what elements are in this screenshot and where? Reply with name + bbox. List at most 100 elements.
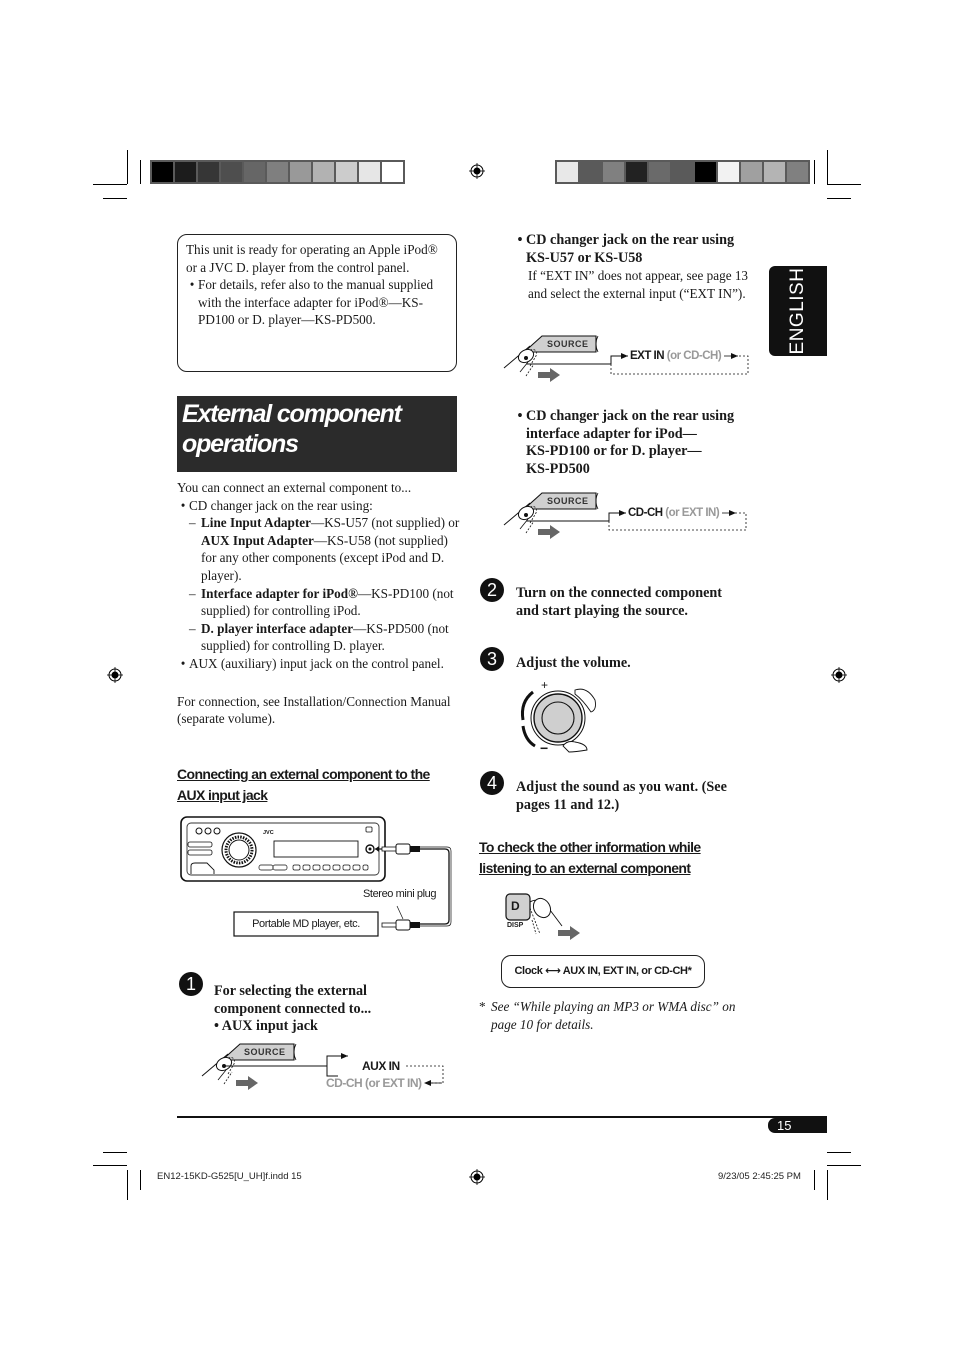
item-ks-u57-heading: • CD changer jack on the rear using KS-U…	[514, 232, 764, 267]
adapter-name: AUX Input Adapter	[201, 532, 314, 548]
step-number-3: 3	[480, 647, 504, 671]
step-number-4: 4	[480, 771, 504, 795]
crop-mark	[827, 1152, 851, 1153]
crop-mark	[827, 1170, 828, 1200]
finger-press-icon	[503, 345, 537, 377]
crop-mark	[127, 1170, 128, 1200]
intro-item: • AUX (auxiliary) input jack on the cont…	[177, 655, 462, 673]
intro-lead: You can connect an external component to…	[177, 480, 412, 495]
color-swatch	[649, 162, 670, 182]
registration-mark-icon	[469, 1169, 485, 1185]
adapter-name: Interface adapter for iPod®	[201, 585, 358, 601]
crop-mark	[93, 184, 127, 185]
source-button-label: SOURCE	[547, 339, 589, 349]
bullet-dot: •	[517, 232, 523, 248]
footnote-text: See “While playing an MP3 or WMA disc” o…	[491, 999, 736, 1032]
color-swatch	[221, 162, 242, 182]
crop-mark	[814, 1170, 815, 1190]
color-swatch	[267, 162, 288, 182]
footer-rule	[177, 1116, 827, 1118]
cycle-clock: Clock	[514, 965, 543, 977]
color-swatch	[626, 162, 647, 182]
heading-line: CD changer jack on the rear using	[526, 232, 735, 248]
crop-mark	[140, 1170, 141, 1190]
color-swatch	[152, 162, 173, 182]
crop-mark	[140, 160, 141, 184]
registration-mark-icon	[831, 667, 847, 683]
heading-line: interface adapter for iPod—	[526, 425, 697, 442]
connection-note: For connection, see Installation/Connect…	[177, 693, 451, 727]
mode-ext-in: EXT IN (or CD-CH)	[630, 350, 722, 362]
intro-item-text: CD changer jack on the rear using:	[189, 497, 373, 513]
adapter-name: Line Input Adapter	[201, 515, 311, 531]
aux-section-heading: Connecting an external component to the …	[177, 764, 467, 806]
step-2-text: Turn on the connected component and star…	[516, 585, 766, 620]
intro-subitem: – Interface adapter for iPod®—KS-PD100 (…	[189, 585, 462, 620]
color-swatch	[557, 162, 578, 182]
check-heading-line2: listening to an external component	[479, 860, 691, 876]
note-box: This unit is ready for operating an Appl…	[177, 234, 457, 372]
step-1-line1: For selecting the external	[214, 983, 367, 999]
crop-mark	[127, 150, 128, 184]
heading-line: CD changer jack on the rear using	[526, 408, 735, 424]
mode-aux-in: AUX IN	[362, 1059, 400, 1073]
intro-subitem: – Line Input Adapter—KS-U57 (not supplie…	[189, 514, 462, 584]
item-ks-pd-heading: • CD changer jack on the rear using inte…	[514, 408, 764, 478]
dash: –	[189, 515, 196, 531]
cycle-sources: AUX IN, EXT IN, or CD-CH*	[562, 965, 692, 977]
step-number-1: 1	[179, 972, 203, 996]
step-4-line2: pages 11 and 12.)	[516, 796, 620, 813]
item-ks-u57-note: If “EXT IN” does not appear, see page 13…	[528, 268, 749, 301]
color-swatch	[313, 162, 334, 182]
color-swatch	[244, 162, 265, 182]
device-label: Portable MD player, etc.	[252, 918, 360, 930]
aux-heading-line1: Connecting an external component to the	[177, 766, 430, 782]
volume-plus-label: +	[541, 678, 549, 692]
crop-mark	[827, 198, 851, 199]
disp-button-label: DISP	[507, 922, 524, 929]
crop-mark	[827, 150, 828, 184]
page-number: 15	[768, 1118, 827, 1133]
item-ks-pd: • CD changer jack on the rear using inte…	[514, 408, 764, 478]
arrow-right-icon	[236, 1076, 258, 1090]
display-cycle-box: Clock ⟷ AUX IN, EXT IN, or CD-CH*	[501, 955, 705, 988]
heading-line: KS-PD500	[526, 460, 590, 477]
color-swatch	[718, 162, 739, 182]
step-1-text: For selecting the external component con…	[214, 983, 464, 1036]
intro-section: You can connect an external component to…	[177, 479, 462, 728]
note-bullet-text: For details, refer also to the manual su…	[198, 277, 434, 328]
color-swatch	[336, 162, 357, 182]
brand-logo: JVC	[263, 830, 274, 836]
step-4-text: Adjust the sound as you want. (See pages…	[516, 779, 766, 814]
page-title: External component operations	[177, 396, 457, 472]
heading-line: KS-U57 or KS-U58	[526, 249, 643, 266]
volume-knob-icon[interactable]	[515, 680, 600, 755]
dash: –	[189, 620, 196, 636]
language-tab: ENGLISH	[769, 266, 827, 356]
finger-press-icon	[503, 502, 537, 534]
crop-mark	[103, 1152, 127, 1153]
mode-cd-ch: CD-CH (or EXT IN)	[326, 1076, 422, 1090]
footer-file-info: EN12-15KD-G525[U_UH]f.indd 15	[157, 1171, 302, 1182]
color-swatch	[603, 162, 624, 182]
color-swatch	[359, 162, 380, 182]
mode-cd-ch: CD-CH (or EXT IN)	[628, 507, 720, 519]
language-tab-label: ENGLISH	[787, 267, 808, 355]
mode-secondary: (or CD-CH)	[666, 350, 722, 362]
arrow-right-icon	[538, 525, 560, 539]
source-button-label: SOURCE	[244, 1047, 286, 1057]
mode-secondary: (or EXT IN)	[665, 507, 720, 519]
adapter-name: D. player interface adapter	[201, 620, 354, 636]
intro-item: • CD changer jack on the rear using: – L…	[177, 497, 462, 655]
mode-primary: CD-CH	[628, 507, 663, 519]
registration-mark-icon	[469, 163, 485, 179]
page-title-line1: External component	[182, 400, 402, 428]
crop-mark	[827, 184, 861, 185]
plug-label: Stereo mini plug	[363, 888, 437, 900]
crop-mark	[103, 198, 127, 199]
step-4-line1: Adjust the sound as you want. (See	[516, 779, 727, 795]
color-swatch	[580, 162, 601, 182]
intro-subitem: – D. player interface adapter—KS-PD500 (…	[189, 620, 462, 655]
color-swatch	[290, 162, 311, 182]
registration-mark-icon	[107, 667, 123, 683]
